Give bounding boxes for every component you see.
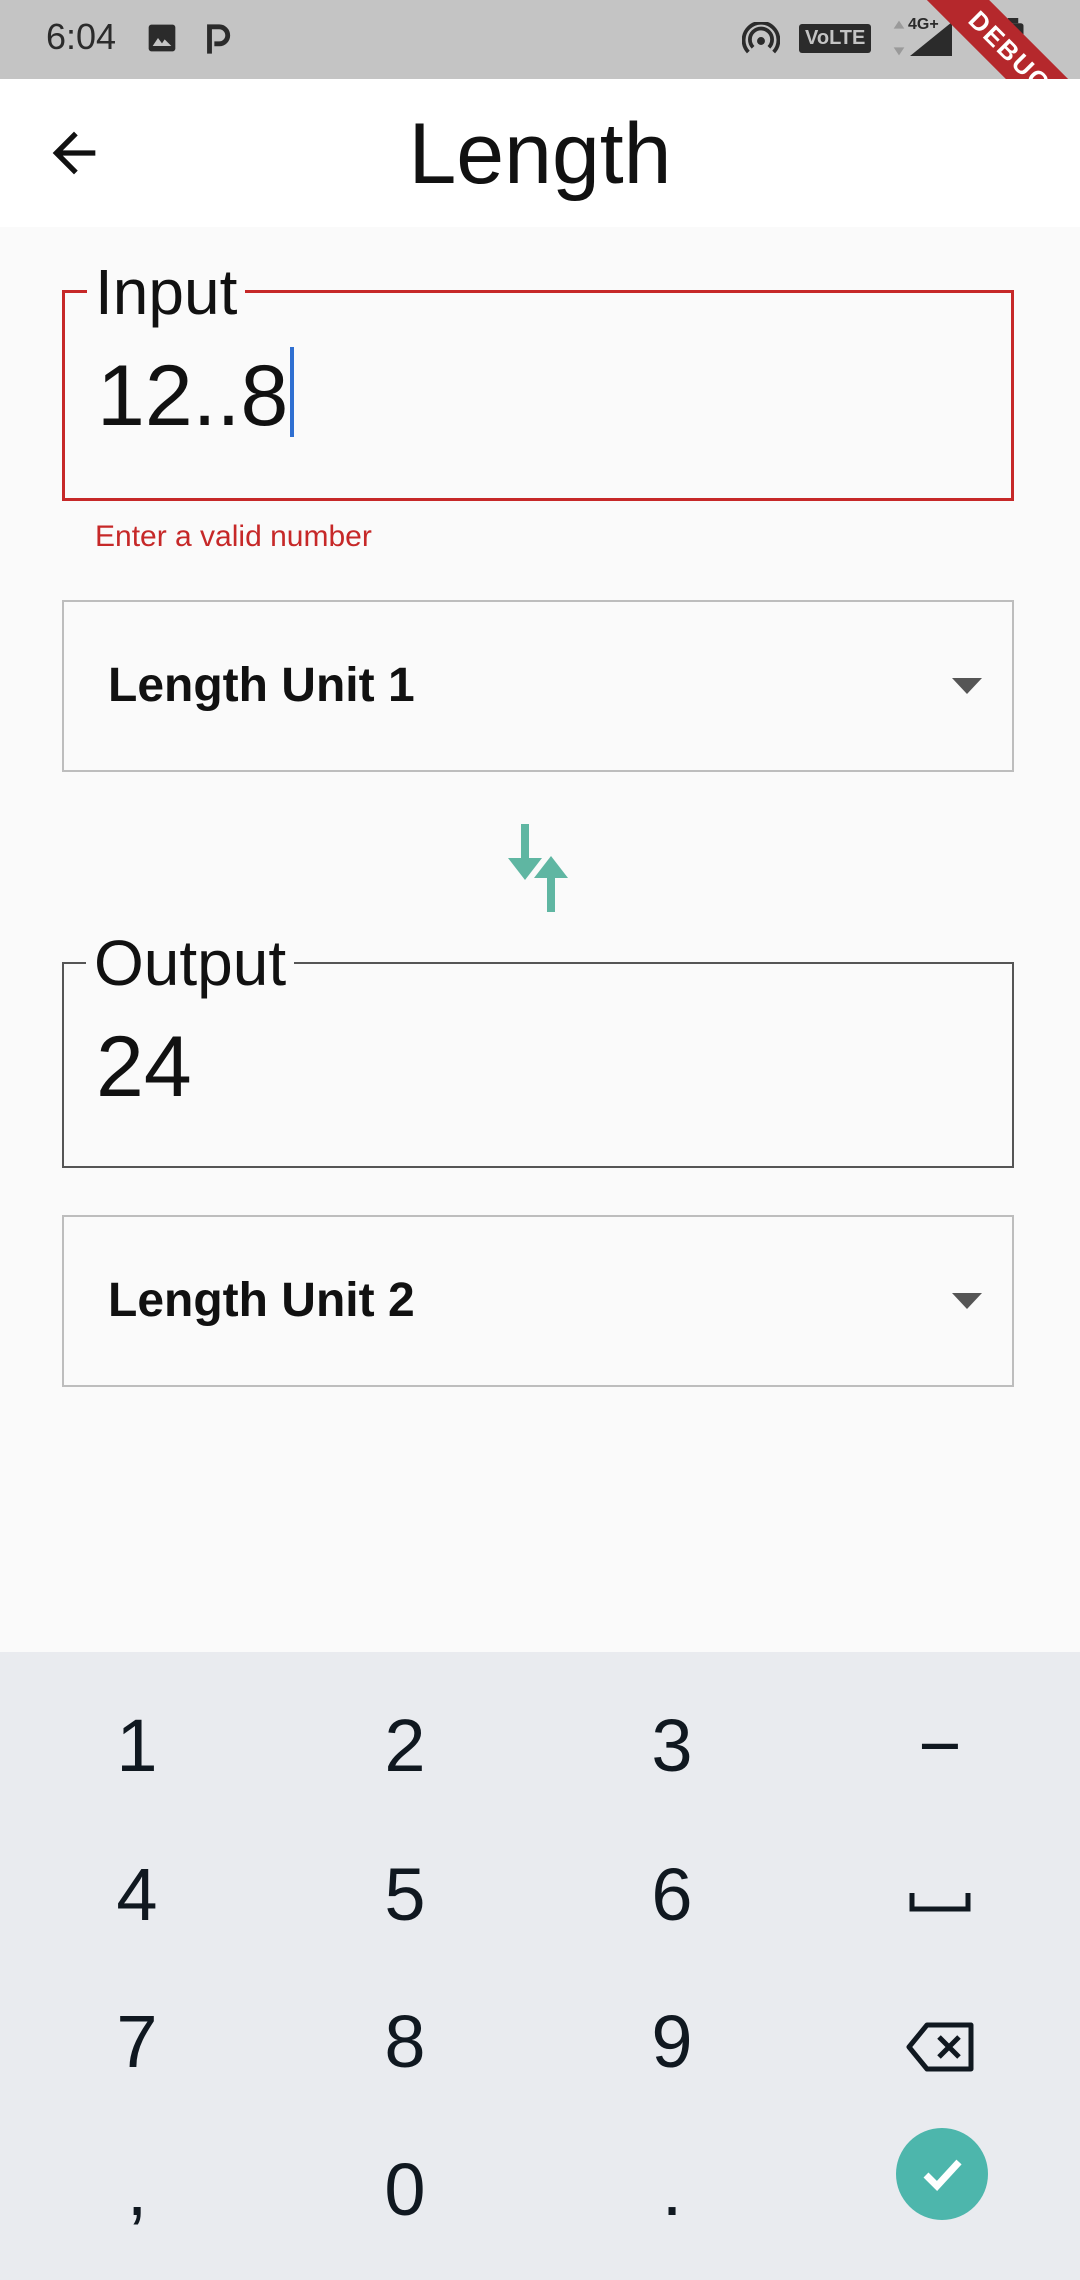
dropdown-arrow-icon [952, 678, 982, 699]
key-5[interactable]: 5 [305, 1835, 505, 1955]
input-field[interactable]: Input 12..8 [62, 257, 1014, 501]
output-value: 24 [96, 1019, 192, 1115]
key-space[interactable] [840, 1835, 1040, 1955]
unit1-dropdown[interactable]: Length Unit 1 [62, 600, 1014, 772]
key-7[interactable]: 7 [37, 1982, 237, 2102]
unit1-label: Length Unit 1 [108, 659, 415, 712]
output-label: Output [86, 928, 295, 998]
text-cursor [290, 347, 295, 437]
volte-icon: VoLTE [799, 24, 872, 53]
input-value: 12..8 [97, 347, 295, 446]
key-9[interactable]: 9 [572, 1982, 772, 2102]
key-1[interactable]: 1 [37, 1686, 237, 1806]
page-title: Length [408, 106, 672, 202]
key-backspace[interactable] [840, 1982, 1040, 2102]
output-field[interactable]: Output 24 [62, 928, 1014, 1168]
swap-units-button[interactable] [506, 822, 570, 914]
signal-icon [906, 20, 956, 63]
key-4[interactable]: 4 [37, 1835, 237, 1955]
check-icon [923, 2159, 962, 2192]
hotspot-icon [741, 20, 781, 65]
key-period[interactable]: . [572, 2130, 772, 2250]
key-8[interactable]: 8 [305, 1982, 505, 2102]
p-icon [203, 22, 233, 61]
input-error-text: Enter a valid number [95, 520, 372, 553]
done-button[interactable] [896, 2128, 988, 2220]
dropdown-arrow-icon [952, 1293, 982, 1314]
swap-arrows-icon [508, 824, 568, 912]
key-2[interactable]: 2 [305, 1686, 505, 1806]
unit2-dropdown[interactable]: Length Unit 2 [62, 1215, 1014, 1387]
status-bar: 6:04 VoLTE 4G+ DEBUG [0, 0, 1080, 160]
image-icon [146, 22, 178, 59]
status-time: 6:04 [46, 16, 117, 57]
key-6[interactable]: 6 [572, 1835, 772, 1955]
space-bar-icon [909, 1893, 971, 1912]
key-minus[interactable]: − [840, 1686, 1040, 1806]
input-label: Input [87, 257, 246, 327]
app-bar: Length [0, 79, 1080, 227]
key-3[interactable]: 3 [572, 1686, 772, 1806]
data-arrows-icon [892, 18, 906, 63]
key-comma[interactable]: , [37, 2130, 237, 2250]
backspace-icon [906, 2022, 974, 2072]
key-0[interactable]: 0 [305, 2130, 505, 2250]
unit2-label: Length Unit 2 [108, 1274, 415, 1327]
